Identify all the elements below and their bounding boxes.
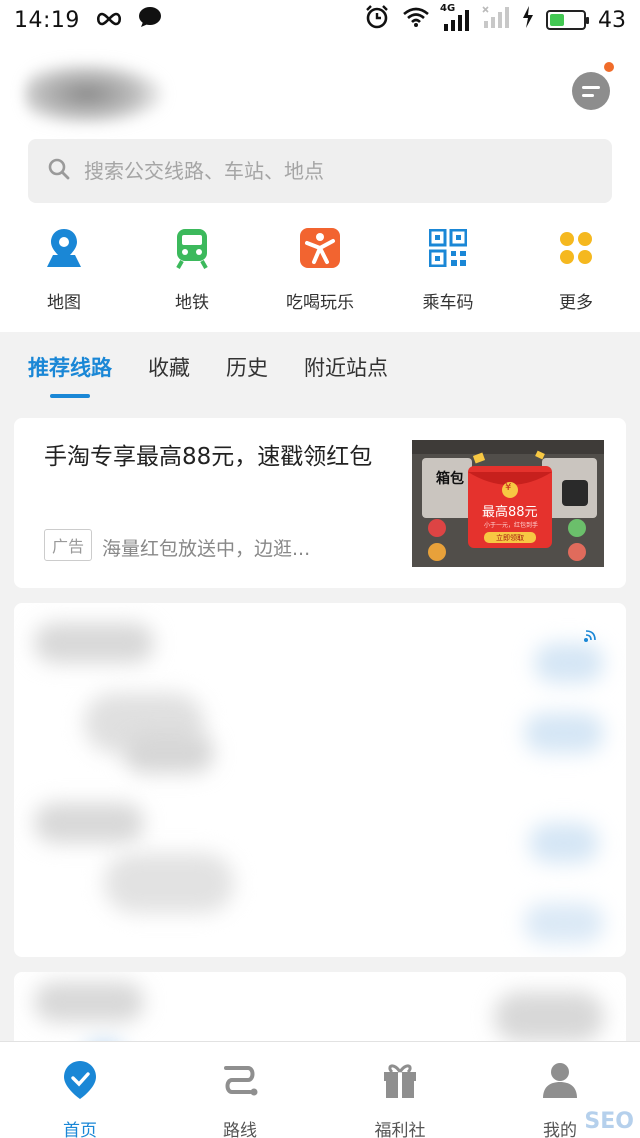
blurred-route-name: [34, 623, 154, 663]
battery-icon: [546, 10, 589, 30]
ad-image-yen: ¥: [505, 482, 512, 493]
user-icon: [540, 1060, 580, 1104]
ad-image-subtext: 小于一元，红包到手: [484, 522, 539, 529]
signal-4g-icon: 4G: [440, 3, 470, 31]
battery-level: 43: [598, 7, 626, 33]
chat-bubble-icon: [138, 6, 162, 34]
quick-actions: 地图 地铁 吃喝玩乐 乘车码 更多: [0, 226, 640, 313]
fun-person-icon: [298, 226, 342, 270]
charging-icon: [522, 6, 534, 34]
nav-label: 首页: [63, 1121, 97, 1138]
route-icon: [220, 1060, 260, 1104]
blurred-eta: [524, 713, 604, 753]
nav-label: 我的: [543, 1121, 577, 1138]
route-list-card[interactable]: [14, 603, 626, 957]
blurred-route-name: [34, 982, 144, 1022]
quick-action-map[interactable]: 地图: [0, 226, 128, 313]
route-tabs: 推荐线路 收藏 历史 附近站点: [28, 352, 388, 398]
bottom-nav: 首页 路线 福利社 我的: [0, 1041, 640, 1138]
blurred-eta: [494, 992, 604, 1042]
nav-route[interactable]: 路线: [160, 1042, 320, 1138]
nav-label: 福利社: [374, 1121, 426, 1138]
quick-action-ride-code[interactable]: 乘车码: [384, 226, 512, 313]
quick-action-fun[interactable]: 吃喝玩乐: [256, 226, 384, 313]
ad-image-amount: 最高88元: [482, 505, 538, 520]
quick-action-more[interactable]: 更多: [512, 226, 640, 313]
blurred-route-detail: [124, 733, 214, 773]
gift-icon: [380, 1060, 420, 1104]
wifi-icon: [402, 6, 430, 34]
status-time: 14:19: [14, 7, 80, 33]
more-dots-icon: [554, 226, 598, 270]
quick-action-label: 吃喝玩乐: [286, 293, 354, 313]
status-bar: 14:19 4G 43: [0, 0, 640, 40]
notification-dot: [604, 62, 614, 72]
nav-home[interactable]: 首页: [0, 1042, 160, 1138]
ad-image-header: 箱包: [436, 471, 464, 487]
quick-action-label: 更多: [559, 293, 593, 313]
battery-fill: [550, 14, 564, 26]
network-type: 4G: [440, 3, 456, 14]
header: 地图 地铁 吃喝玩乐 乘车码 更多: [0, 40, 640, 332]
quick-action-label: 地图: [47, 293, 81, 313]
home-heart-icon: [62, 1060, 98, 1104]
signal-empty-icon: [482, 6, 510, 34]
tab-history[interactable]: 历史: [226, 352, 268, 398]
ad-badge: 广告: [44, 529, 92, 561]
ad-description: 海量红包放送中，边逛...: [102, 538, 311, 560]
map-pin-icon: [42, 226, 86, 270]
blurred-eta: [529, 823, 599, 863]
ad-card[interactable]: 手淘专享最高88元，速戳领红包 广告 海量红包放送中，边逛... 箱包 ¥ 最高…: [14, 418, 626, 588]
blurred-eta: [524, 903, 604, 943]
blurred-eta: [534, 643, 604, 683]
infinity-icon: [94, 8, 124, 33]
quick-action-subway[interactable]: 地铁: [128, 226, 256, 313]
message-button[interactable]: [572, 72, 610, 110]
message-icon-line: [582, 93, 594, 97]
search-bar[interactable]: [28, 139, 612, 203]
realtime-signal-icon: [584, 627, 598, 646]
qr-code-icon: [426, 226, 470, 270]
alarm-icon: [364, 4, 390, 36]
quick-action-label: 地铁: [175, 293, 209, 313]
search-input[interactable]: [84, 159, 564, 183]
nav-label: 路线: [223, 1121, 257, 1138]
city-selector[interactable]: [24, 62, 164, 126]
tab-favorites[interactable]: 收藏: [148, 352, 190, 398]
ad-image-button: 立即领取: [496, 534, 524, 542]
quick-action-label: 乘车码: [422, 293, 474, 313]
watermark: SEO: [584, 1109, 634, 1134]
ad-image: 箱包 ¥ 最高88元 小于一元，红包到手 立即领取: [412, 440, 604, 567]
tab-recommended[interactable]: 推荐线路: [28, 352, 112, 398]
tab-nearby-stops[interactable]: 附近站点: [304, 352, 388, 398]
subway-icon: [170, 226, 214, 270]
blurred-route-name: [34, 803, 144, 843]
nav-welfare[interactable]: 福利社: [320, 1042, 480, 1138]
ad-title: 手淘专享最高88元，速戳领红包: [44, 444, 373, 470]
message-icon-line: [582, 85, 600, 89]
blurred-route-detail: [104, 853, 234, 913]
search-icon: [48, 158, 70, 184]
